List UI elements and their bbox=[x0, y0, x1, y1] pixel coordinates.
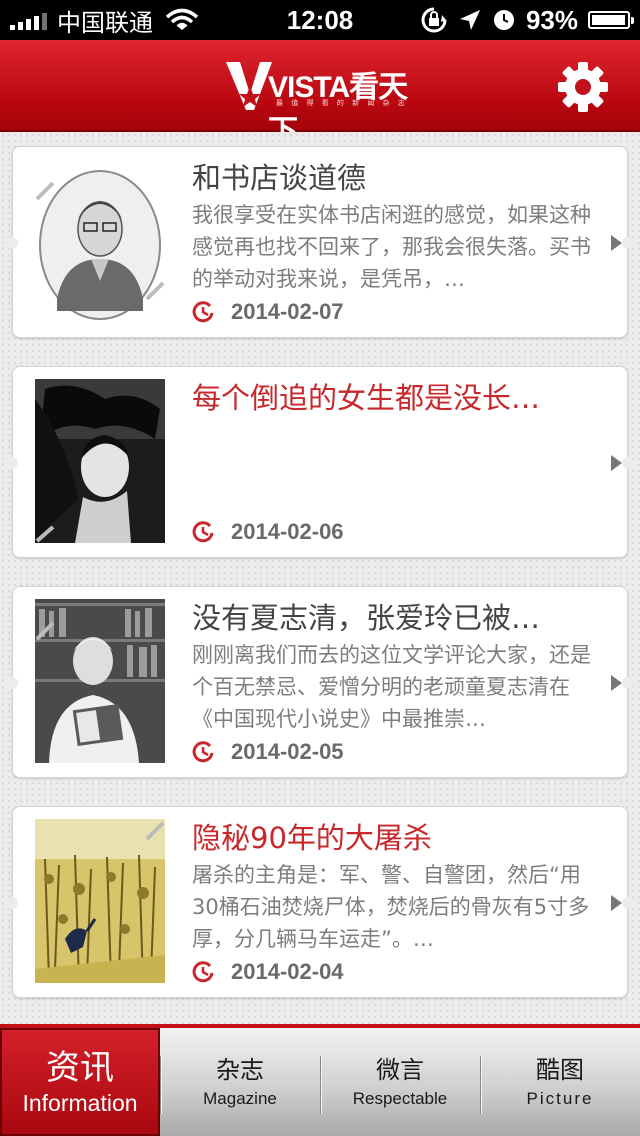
article-card[interactable]: 每个倒追的女生都是没长… 2014-02-06 bbox=[6, 366, 634, 558]
signal-strength-icon bbox=[10, 10, 47, 30]
article-list[interactable]: 和书店谈道德 我很享受在实体书店闲逛的感觉，如果这种感觉再也找不回来了，那我会很… bbox=[0, 132, 640, 1024]
article-thumbnail bbox=[35, 819, 165, 983]
article-date: 2014-02-07 bbox=[231, 299, 344, 324]
logo-slogan: 最 值 得 看 的 新 闻 杂 志 bbox=[276, 99, 408, 107]
tab-label-en: Respectable bbox=[352, 1089, 448, 1108]
clock-icon bbox=[192, 301, 214, 323]
chevron-right-icon bbox=[611, 455, 622, 471]
clock-icon bbox=[192, 961, 214, 983]
wifi-icon bbox=[165, 8, 199, 30]
article-date: 2014-02-06 bbox=[231, 519, 344, 544]
gear-icon[interactable] bbox=[556, 60, 610, 114]
article-summary: 刚刚离我们而去的这位文学评论大家，还是个百无禁忌、爱憎分明的老顽童夏志清在《中国… bbox=[192, 643, 591, 731]
battery-percentage: 93% bbox=[525, 4, 578, 35]
article-summary: 屠杀的主角是：军、警、自警团，然后“用30桶石油焚烧尸体，焚烧后的骨灰有5寸多厚… bbox=[192, 863, 590, 951]
tab-label-zh: 酷图 bbox=[536, 1056, 584, 1084]
tab-label-en: Picture bbox=[526, 1089, 594, 1108]
alarm-clock-icon bbox=[493, 10, 514, 30]
article-title[interactable]: 没有夏志清，张爱玲已被… bbox=[192, 599, 602, 637]
rotation-lock-icon bbox=[421, 7, 447, 33]
vista-v-star-icon bbox=[226, 62, 272, 110]
article-summary bbox=[192, 419, 604, 515]
chevron-right-icon bbox=[611, 895, 622, 911]
status-bar: 中国联通 12:08 93% bbox=[0, 0, 640, 40]
article-date: 2014-02-04 bbox=[231, 959, 344, 984]
article-title[interactable]: 和书店谈道德 bbox=[192, 159, 602, 197]
tab-magazine[interactable]: 杂志 Magazine bbox=[160, 1028, 320, 1136]
tab-label-zh: 资讯 bbox=[46, 1047, 114, 1088]
navigation-bar: VISTA看天下 最 值 得 看 的 新 闻 杂 志 bbox=[0, 40, 640, 148]
article-thumbnail bbox=[35, 159, 165, 323]
tab-information[interactable]: 资讯 Information bbox=[0, 1028, 160, 1136]
location-arrow-icon bbox=[459, 10, 480, 30]
article-card[interactable]: 隐秘90年的大屠杀 屠杀的主角是：军、警、自警团，然后“用30桶石油焚烧尸体，焚… bbox=[6, 806, 634, 998]
article-thumbnail bbox=[35, 599, 165, 763]
tab-respectable[interactable]: 微言 Respectable bbox=[320, 1028, 480, 1136]
tab-bar: 资讯 Information 杂志 Magazine 微言 Respectabl… bbox=[0, 1024, 640, 1136]
clock-icon bbox=[192, 521, 214, 543]
article-card[interactable]: 和书店谈道德 我很享受在实体书店闲逛的感觉，如果这种感觉再也找不回来了，那我会很… bbox=[6, 146, 634, 338]
clock-icon bbox=[192, 741, 214, 763]
article-card[interactable]: 没有夏志清，张爱玲已被… 刚刚离我们而去的这位文学评论大家，还是个百无禁忌、爱憎… bbox=[6, 586, 634, 778]
battery-icon bbox=[588, 11, 634, 29]
article-title[interactable]: 每个倒追的女生都是没长… bbox=[192, 379, 602, 417]
tab-label-en: Information bbox=[22, 1089, 138, 1116]
chevron-right-icon bbox=[611, 675, 622, 691]
tab-label-zh: 杂志 bbox=[216, 1056, 264, 1084]
article-date: 2014-02-05 bbox=[231, 739, 344, 764]
article-thumbnail bbox=[35, 379, 165, 543]
carrier-name: 中国联通 bbox=[57, 8, 153, 37]
vista-logo: VISTA看天下 最 值 得 看 的 新 闻 杂 志 bbox=[226, 60, 416, 148]
article-summary: 我很享受在实体书店闲逛的感觉，如果这种感觉再也找不回来了，那我会很失落。买书的举… bbox=[192, 203, 591, 291]
tab-label-zh: 微言 bbox=[376, 1056, 424, 1084]
tab-label-en: Magazine bbox=[203, 1089, 277, 1108]
chevron-right-icon bbox=[611, 235, 622, 251]
tab-picture[interactable]: 酷图 Picture bbox=[480, 1028, 640, 1136]
article-title[interactable]: 隐秘90年的大屠杀 bbox=[192, 819, 602, 857]
